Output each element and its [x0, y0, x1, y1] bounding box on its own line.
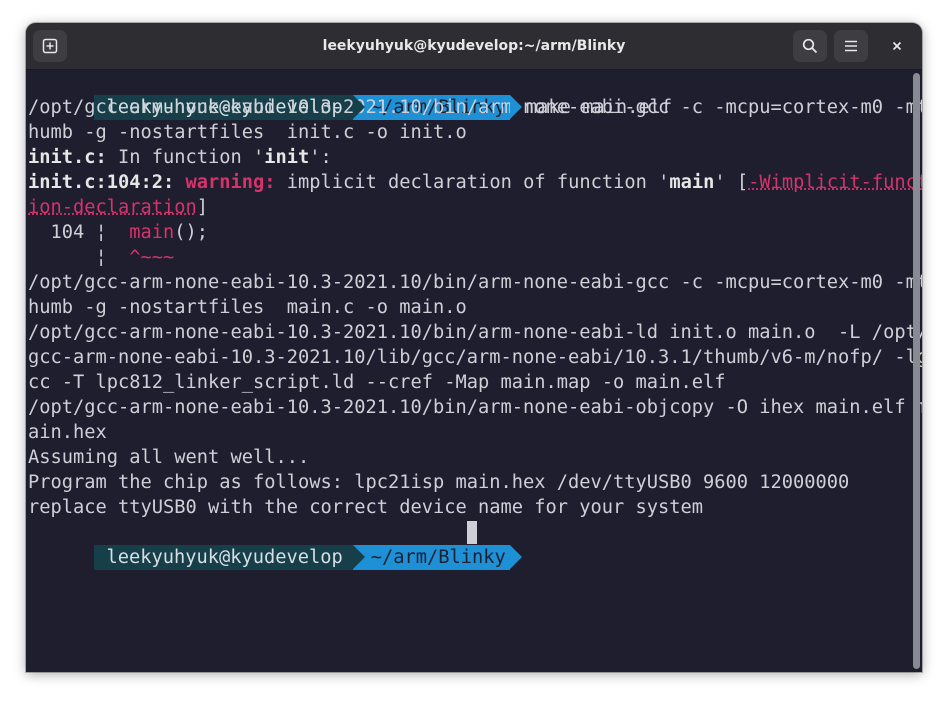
warning-flag-link[interactable]: -Wimplicit-funct: [748, 172, 922, 193]
prompt-user-segment: leekyuhyuk@kyudevelop: [93, 545, 365, 570]
output-text: ]: [196, 197, 209, 218]
warning-label: warning:: [185, 172, 276, 193]
prompt-path-segment: ~/arm/Blinky: [352, 545, 522, 570]
search-icon: [802, 38, 818, 54]
output-line: ain.hex: [28, 422, 107, 443]
scrollbar[interactable]: [913, 73, 920, 669]
output-line: Program the chip as follows: lpc21isp ma…: [28, 472, 850, 493]
file-ref: init.c:: [28, 147, 107, 168]
output-text: ':: [309, 147, 332, 168]
window-title: leekyuhyuk@kyudevelop:~/arm/Blinky: [322, 38, 626, 54]
output-line: /opt/gcc-arm-none-eabi-10.3-2021.10/bin/…: [28, 97, 922, 118]
file-ref: init.c:104:2:: [28, 172, 175, 193]
output-text: ();: [174, 222, 209, 243]
output-line: gcc-arm-none-eabi-10.3-2021.10/lib/gcc/a…: [28, 347, 922, 368]
terminal-window: leekyuhyuk@kyudevelop:~/arm/Blinky leeky…: [26, 23, 922, 672]
titlebar: leekyuhyuk@kyudevelop:~/arm/Blinky: [26, 23, 922, 70]
text-cursor: [467, 521, 477, 544]
close-button[interactable]: [883, 32, 911, 60]
powerline-separator-icon: [352, 545, 365, 569]
caret-line: ¦ ^~~~: [28, 245, 175, 270]
highlighted-code: main: [129, 222, 175, 243]
search-button[interactable]: [793, 30, 827, 62]
output-text: ¦: [28, 247, 130, 268]
prompt-user: leekyuhyuk@kyudevelop: [106, 547, 343, 568]
prompt-line: leekyuhyuk@kyudevelop ~/arm/Blinky: [26, 520, 522, 570]
main-menu-button[interactable]: [834, 30, 868, 62]
output-line: humb -g -nostartfiles init.c -o init.o: [28, 122, 467, 143]
output-line: init.c: In function 'init':: [28, 145, 332, 170]
powerline-separator-icon: [509, 545, 522, 569]
prompt-line: leekyuhyuk@kyudevelop ~/arm/Blinky make ma…: [26, 70, 672, 120]
warning-line: init.c:104:2: warning: implicit declarat…: [28, 170, 922, 195]
output-line: /opt/gcc-arm-none-eabi-10.3-2021.10/bin/…: [28, 272, 922, 293]
output-line: /opt/gcc-arm-none-eabi-10.3-2021.10/bin/…: [28, 322, 922, 343]
warning-flag-link[interactable]: ion-declaration: [28, 197, 197, 218]
hamburger-menu-icon: [843, 38, 859, 54]
close-icon: [891, 40, 903, 52]
output-line: cc -T lpc812_linker_script.ld --cref -Ma…: [28, 372, 726, 393]
output-line: replace ttyUSB0 with the correct device …: [28, 497, 704, 518]
terminal-output[interactable]: leekyuhyuk@kyudevelop ~/arm/Blinky make ma…: [26, 70, 922, 672]
function-name: init: [264, 147, 310, 168]
caret-marker: ^~~~: [129, 247, 175, 268]
function-name: main: [669, 172, 715, 193]
output-line: Assuming all went well...: [28, 447, 310, 468]
powerline-separator-icon: [509, 95, 522, 119]
source-snippet-line: 104 ¦ main();: [28, 220, 209, 245]
powerline-separator-icon: [352, 95, 365, 119]
output-line: /opt/gcc-arm-none-eabi-10.3-2021.10/bin/…: [28, 397, 922, 418]
warning-line: ion-declaration]: [28, 195, 208, 220]
output-text: implicit declaration of function ': [275, 172, 670, 193]
output-text: ' [: [714, 172, 749, 193]
output-line: humb -g -nostartfiles main.c -o main.o: [28, 297, 467, 318]
line-number: 104 ¦: [28, 222, 130, 243]
output-text: In function ': [106, 147, 265, 168]
prompt-path: ~/arm/Blinky: [370, 547, 506, 568]
